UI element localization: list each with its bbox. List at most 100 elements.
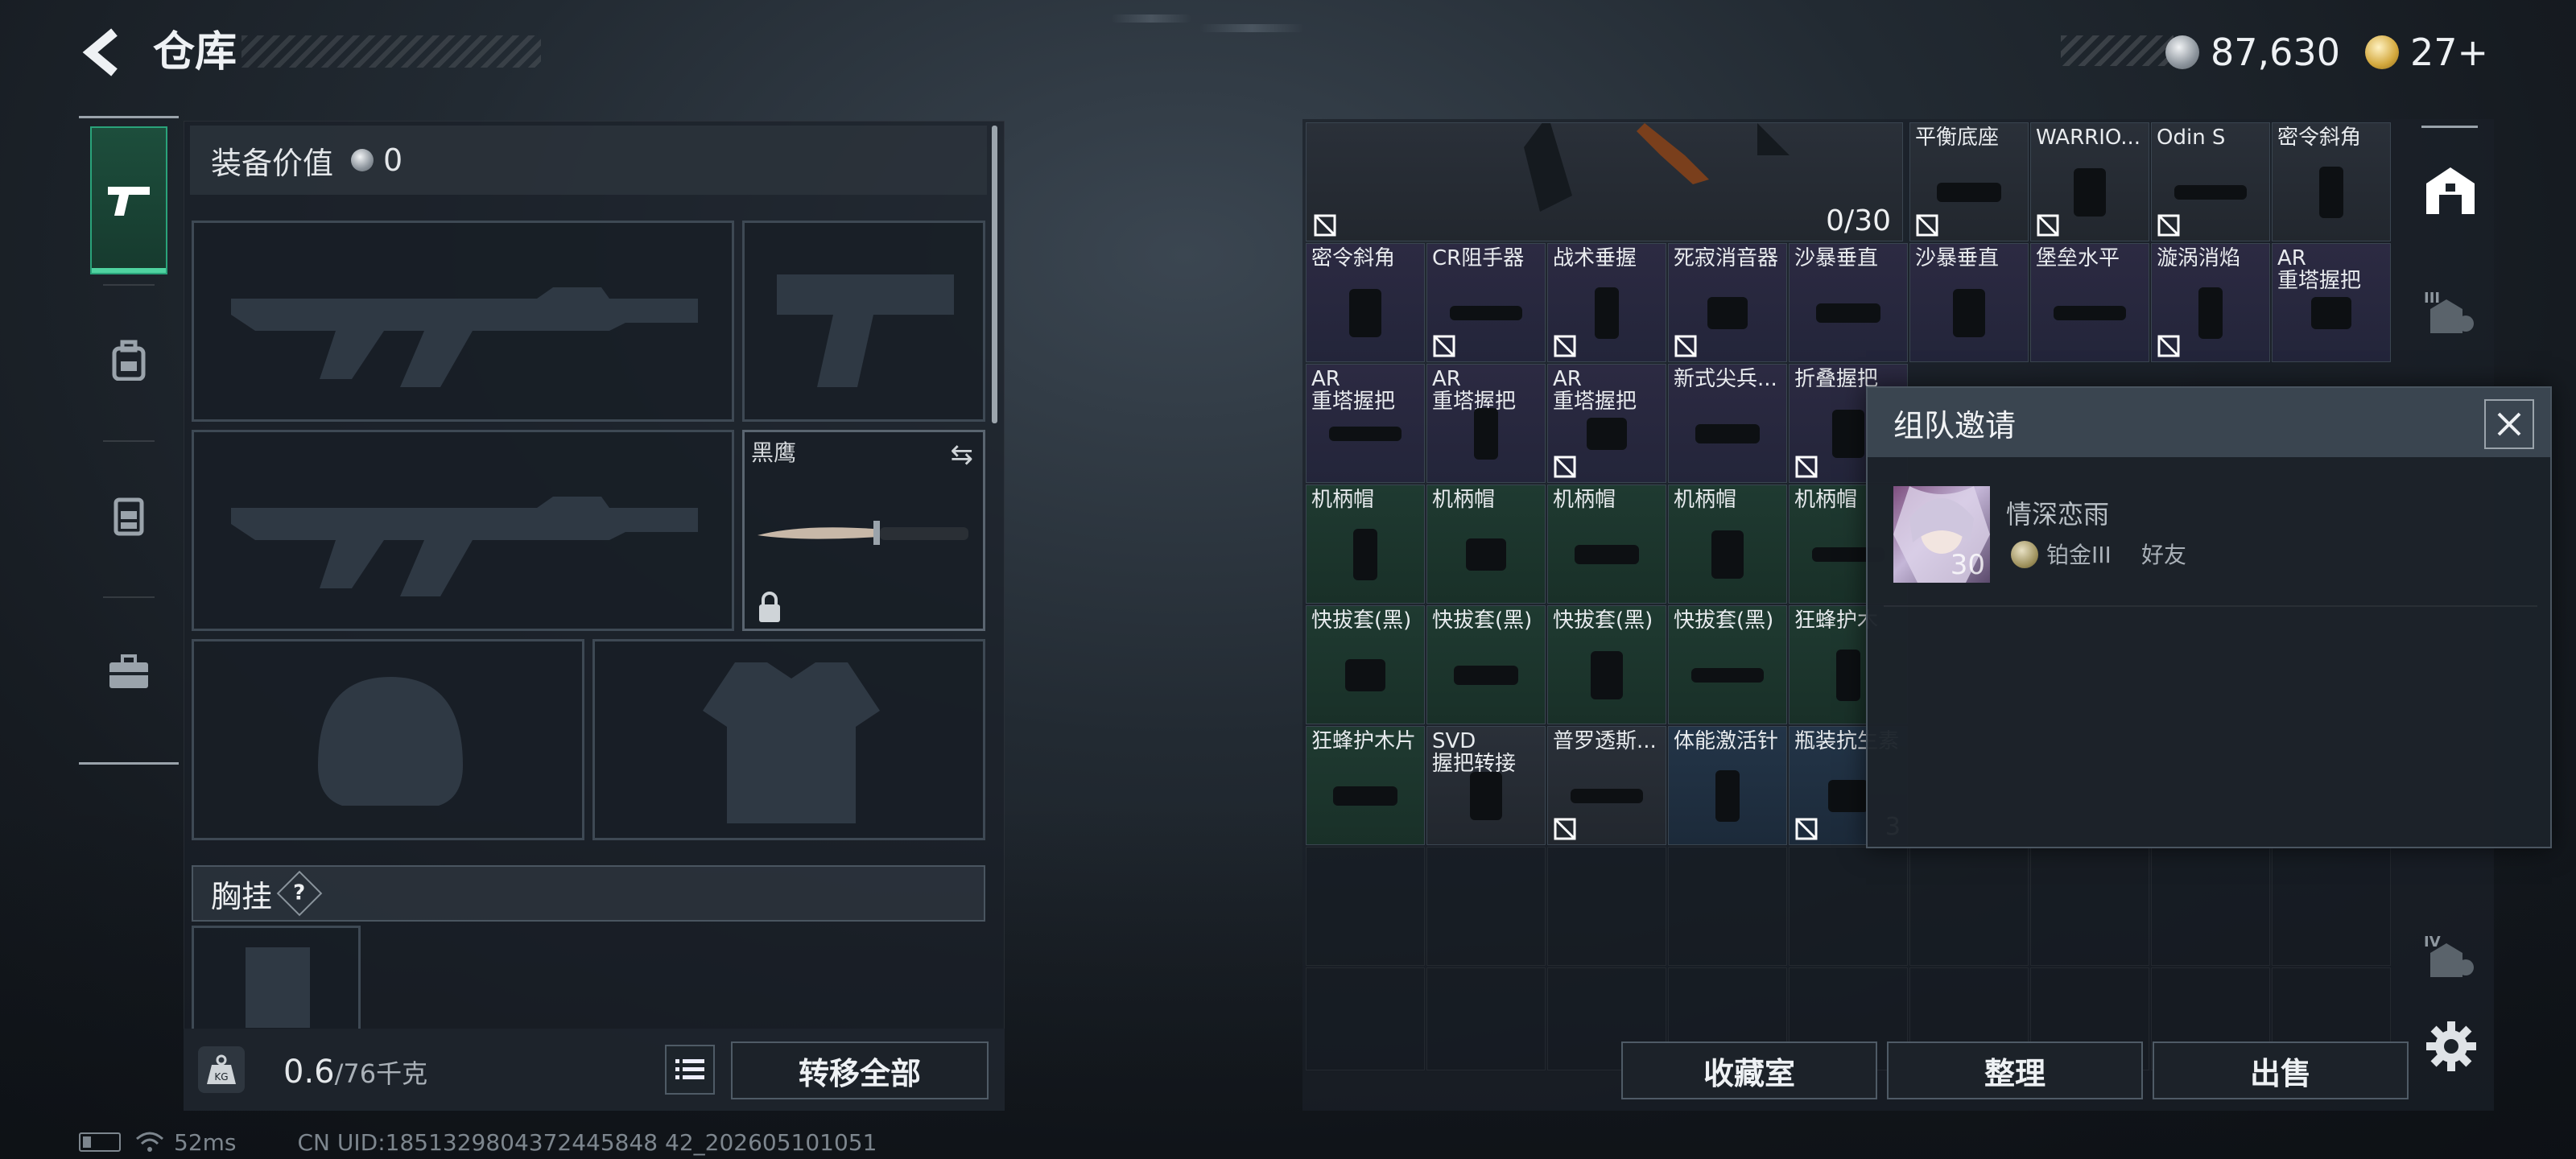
item-name: Odin S [2157, 126, 2226, 149]
chest-rig-slot[interactable] [192, 926, 361, 1029]
svg-text:IV: IV [2424, 934, 2441, 951]
tier-III-button[interactable]: III [2418, 280, 2483, 344]
transfer-all-button[interactable]: 转移全部 [731, 1041, 989, 1099]
item-icon [1937, 183, 2001, 202]
stash-item-cell[interactable]: Odin S [2151, 122, 2270, 241]
pistol-icon [108, 187, 150, 216]
primary-weapon-slot[interactable] [192, 221, 734, 422]
item-icon [1571, 789, 1643, 803]
item-name: AR 重塔握把 [1432, 368, 1517, 413]
nav-weapons-tab[interactable] [90, 126, 167, 274]
nav-backpack-tab[interactable] [90, 286, 167, 434]
pistol-slot[interactable] [742, 221, 985, 422]
settings-gear-icon[interactable] [2423, 1018, 2479, 1074]
sell-button[interactable]: 出售 [2153, 1041, 2409, 1099]
item-name: 普罗透斯... [1553, 730, 1657, 753]
item-name: 密令斜角 [2277, 126, 2362, 149]
stash-item-cell[interactable]: 漩涡消焰 [2151, 243, 2270, 362]
stash-item-cell[interactable]: 快拔套(黑) [1426, 605, 1546, 724]
empty-stash-cell[interactable] [1306, 847, 1425, 966]
knife-icon [758, 521, 968, 545]
empty-stash-cell[interactable] [1909, 847, 2029, 966]
stash-item-cell[interactable]: AR 重塔握把 [1547, 364, 1666, 483]
item-icon [1836, 650, 1860, 701]
stash-item-cell[interactable]: 平衡底座 [1909, 122, 2029, 241]
gold-currency[interactable]: 27+ [2365, 24, 2488, 80]
stash-item-cell[interactable]: 堡垒水平 [2030, 243, 2149, 362]
stash-item-cell[interactable]: 快拔套(黑) [1306, 605, 1425, 724]
empty-stash-cell[interactable] [1547, 847, 1666, 966]
stash-item-cell[interactable]: AR 重塔握把 [2272, 243, 2391, 362]
empty-stash-cell[interactable] [1789, 847, 1908, 966]
no-transfer-icon [1554, 335, 1576, 357]
rifle-item-cell[interactable]: 0/30 [1306, 122, 1903, 241]
stash-item-cell[interactable]: 普罗透斯... [1547, 726, 1666, 845]
stash-item-cell[interactable]: 机柄帽 [1426, 485, 1546, 604]
stash-item-cell[interactable]: SVD 握把转接 [1426, 726, 1546, 845]
item-icon [1832, 410, 1864, 458]
nav-chest-rig-tab[interactable] [90, 442, 167, 590]
equipment-scrollbar[interactable] [992, 126, 997, 423]
stash-item-cell[interactable]: 体能激活针 [1668, 726, 1787, 845]
armor-slot[interactable] [592, 639, 985, 840]
silver-currency: 87,630 [2165, 24, 2340, 80]
item-icon [1691, 668, 1764, 683]
secondary-weapon-slot[interactable] [192, 430, 734, 631]
empty-stash-cell[interactable] [1426, 967, 1546, 1070]
backpack-icon [112, 340, 146, 381]
knife-name: 黑鹰 [751, 439, 797, 466]
empty-stash-cell[interactable] [1668, 847, 1787, 966]
stash-item-cell[interactable]: 机柄帽 [1668, 485, 1787, 604]
safehouse-icon [2426, 167, 2475, 214]
close-popup-button[interactable] [2484, 399, 2534, 449]
back-arrow-icon[interactable] [79, 24, 124, 80]
stash-item-cell[interactable]: 战术垂握 [1547, 243, 1666, 362]
stash-item-cell[interactable]: 机柄帽 [1547, 485, 1666, 604]
item-icon [1707, 297, 1748, 329]
stash-item-cell[interactable]: 狂蜂护木片 [1306, 726, 1425, 845]
stash-item-cell[interactable]: AR 重塔握把 [1426, 364, 1546, 483]
stash-item-cell[interactable]: 密令斜角 [2272, 122, 2391, 241]
item-name: 新式尖兵... [1674, 368, 1777, 390]
silver-coin-icon [351, 149, 374, 171]
safehouse-button[interactable] [2418, 158, 2483, 222]
empty-stash-cell[interactable] [2272, 847, 2391, 966]
item-name: WARRIO... [2036, 126, 2141, 149]
max-weight: /76千克 [334, 1058, 428, 1089]
item-name: 沙暴垂直 [1794, 247, 1879, 270]
stash-item-cell[interactable]: 机柄帽 [1306, 485, 1425, 604]
helmet-slot[interactable] [192, 639, 584, 840]
knife-slot[interactable]: 黑鹰 ⇆ [742, 430, 985, 631]
stash-item-cell[interactable]: 沙暴垂直 [1909, 243, 2029, 362]
empty-stash-cell[interactable] [2030, 847, 2149, 966]
svg-text:III: III [2424, 290, 2440, 307]
empty-stash-cell[interactable] [1426, 847, 1546, 966]
stash-item-cell[interactable]: 新式尖兵... [1668, 364, 1787, 483]
empty-stash-cell[interactable] [1306, 967, 1425, 1070]
stash-item-cell[interactable]: 快拔套(黑) [1547, 605, 1666, 724]
stash-item-cell[interactable]: WARRIO... [2030, 122, 2149, 241]
stash-item-cell[interactable]: 密令斜角 [1306, 243, 1425, 362]
weight-readout: 0.6/76千克 [283, 1048, 427, 1098]
empty-stash-cell[interactable] [2151, 847, 2270, 966]
stash-item-cell[interactable]: 沙暴垂直 [1789, 243, 1908, 362]
tier-IV-button[interactable]: IV [2418, 924, 2483, 988]
stash-item-cell[interactable]: 死寂消音器 [1668, 243, 1787, 362]
tier-IV-icon: IV [2424, 934, 2474, 977]
list-view-button[interactable] [665, 1045, 715, 1095]
nav-toolbox-tab[interactable] [90, 598, 167, 746]
item-name: 死寂消音器 [1674, 247, 1779, 270]
item-name: 机柄帽 [1553, 489, 1616, 511]
sort-button[interactable]: 整理 [1887, 1041, 2143, 1099]
stash-item-cell[interactable]: 快拔套(黑) [1668, 605, 1787, 724]
item-icon [2311, 297, 2351, 329]
stash-item-cell[interactable]: CR阻手器 [1426, 243, 1546, 362]
collection-room-button[interactable]: 收藏室 [1621, 1041, 1877, 1099]
stash-item-cell[interactable]: AR 重塔握把 [1306, 364, 1425, 483]
no-transfer-icon [1795, 456, 1818, 478]
item-name: 体能激活针 [1674, 730, 1779, 753]
item-icon [1353, 529, 1377, 580]
help-icon[interactable]: ? [276, 870, 323, 917]
player-avatar[interactable]: 30 [1893, 486, 1990, 583]
swap-icon[interactable]: ⇆ [951, 439, 974, 471]
